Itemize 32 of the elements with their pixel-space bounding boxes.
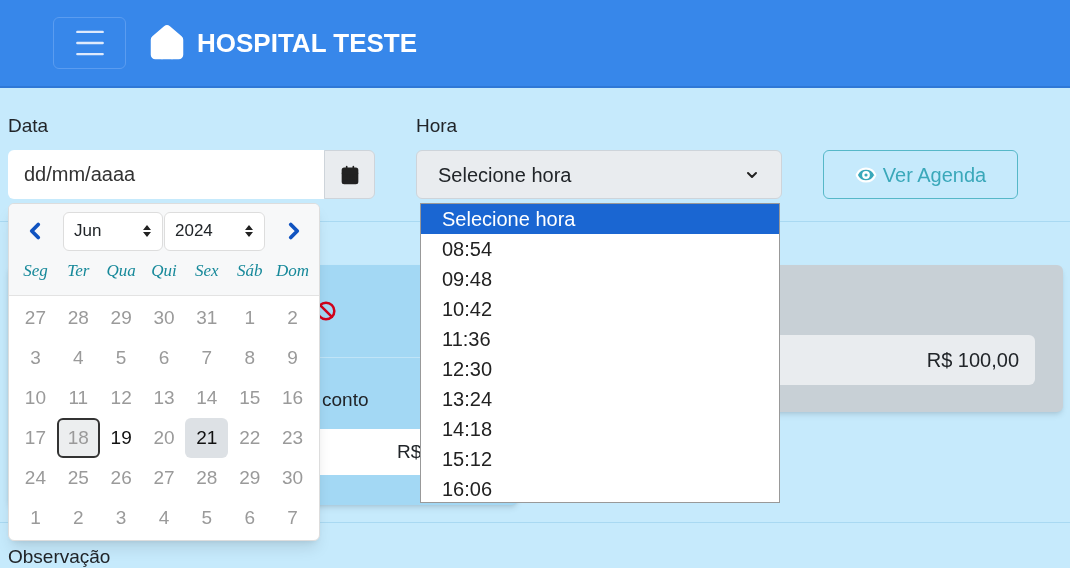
app-title: HOSPITAL TESTE — [197, 26, 418, 60]
month-select[interactable]: Jun — [63, 211, 163, 251]
weekday-label: Seg — [22, 260, 49, 282]
sort-icon — [142, 224, 152, 238]
field-label: Hora — [416, 114, 459, 136]
calendar-day[interactable]: 21 — [185, 418, 229, 458]
calendar-button[interactable] — [324, 150, 375, 199]
time-option[interactable]: 08:54 — [421, 234, 779, 264]
time-option[interactable]: 16:06 — [421, 474, 779, 504]
calendar-day[interactable]: 19 — [99, 418, 143, 458]
time-option[interactable]: 14:18 — [421, 414, 779, 444]
year-select[interactable]: 2024 — [164, 211, 265, 251]
weekday-label: Qua — [105, 260, 137, 282]
time-select[interactable]: Selecione hora — [416, 150, 782, 199]
time-option[interactable]: 13:24 — [421, 384, 779, 414]
time-option[interactable]: 15:12 — [421, 444, 779, 474]
time-option[interactable]: 09:48 — [421, 264, 779, 294]
weekday-label: Sáb — [235, 260, 264, 282]
field-label: Observação — [8, 546, 111, 567]
weekday-label: Sex — [194, 260, 220, 282]
view-schedule-button[interactable]: Ver Agenda — [823, 150, 1018, 199]
calendar-icon — [339, 164, 360, 185]
date-field[interactable]: dd/mm/aaaa — [8, 150, 324, 199]
weekday-label: Dom — [275, 260, 311, 282]
weekday-label: Ter — [66, 260, 91, 282]
menu-button[interactable] — [53, 17, 126, 69]
field-label: Data — [8, 114, 50, 136]
sort-icon — [244, 224, 254, 238]
weekday-label: Qui — [150, 260, 178, 282]
time-option[interactable]: 10:42 — [421, 294, 779, 324]
field-label: conto — [322, 389, 369, 410]
time-option[interactable]: Selecione hora — [421, 204, 779, 234]
